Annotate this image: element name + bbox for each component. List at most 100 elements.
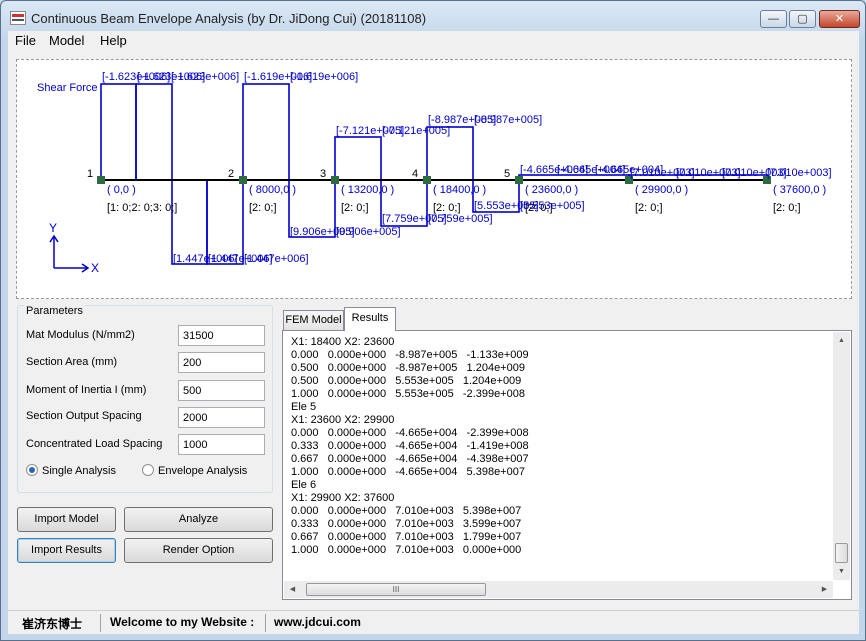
node-coordinate: ( 18400,0 ) — [433, 184, 486, 196]
shear-value-label: [-7.121e+005] — [382, 125, 450, 137]
menu-model[interactable]: Model — [49, 33, 84, 48]
node-number: 5 — [504, 168, 510, 180]
section-area-label: Section Area (mm) — [26, 356, 118, 368]
result-line: 0.500 0.000e+000 5.553e+005 1.204e+009 — [291, 375, 522, 387]
section-area-input[interactable] — [178, 352, 265, 373]
shear-block — [135, 83, 173, 181]
render-option-button[interactable]: Render Option — [124, 538, 273, 563]
shear-value-label: [-1.619e+006] — [290, 71, 358, 83]
node-coordinate: ( 0,0 ) — [107, 184, 136, 196]
shear-value-label: [-8.987e+005] — [474, 114, 542, 126]
scroll-left-icon[interactable]: ◀ — [284, 581, 301, 598]
radio-unselected-icon — [142, 464, 154, 476]
diagram-canvas[interactable]: Shear Force 1 2 3 4 5 (0,0) (8000,0)… — [16, 59, 852, 299]
result-line: 1.000 0.000e+000 -4.665e+004 5.398e+007 — [291, 466, 525, 478]
menu-file[interactable]: File — [15, 33, 36, 48]
mat-modulus-input[interactable] — [178, 325, 265, 346]
shear-value-label: [9.906e+005] — [336, 226, 401, 238]
node-support: [2: 0;] — [341, 202, 369, 214]
maximize-button[interactable]: ▢ — [789, 10, 816, 28]
moment-of-inertia-input[interactable] — [178, 380, 265, 401]
node-number: 2 — [228, 168, 234, 180]
result-line: Ele 5 — [291, 401, 317, 413]
result-line: 0.000 0.000e+000 -4.665e+004 -2.399e+008 — [291, 427, 529, 439]
status-website[interactable]: www.jdcui.com — [274, 615, 361, 629]
shear-value-label: [-1.623e+006] — [171, 71, 239, 83]
app-window: Continuous Beam Envelope Analysis (by Dr… — [0, 0, 866, 641]
node-coordinate: ( 13200,0 ) — [341, 184, 394, 196]
import-results-button[interactable]: Import Results — [17, 538, 116, 563]
node-5[interactable] — [515, 176, 523, 184]
status-separator — [265, 614, 266, 632]
shear-value-label: [1.447e+006] — [244, 253, 309, 265]
tab-results[interactable]: Results — [344, 307, 396, 331]
window-title: Continuous Beam Envelope Analysis (by Dr… — [31, 11, 427, 26]
axis-y-label: Y — [49, 221, 57, 235]
node-2[interactable] — [239, 176, 247, 184]
app-icon — [10, 11, 26, 25]
diagram-label: Shear Force — [37, 82, 98, 94]
shear-value-label: [5.553e+005] — [520, 200, 585, 212]
node-coordinate: ( 23600,0 ) — [525, 184, 578, 196]
envelope-analysis-radio[interactable]: Envelope Analysis — [142, 464, 247, 477]
shear-block — [171, 179, 208, 265]
node-4[interactable] — [423, 176, 431, 184]
shear-block — [334, 136, 382, 181]
shear-block — [100, 83, 137, 181]
results-textbox[interactable]: X1: 18400 X2: 23600 0.000 0.000e+000 -8.9… — [284, 332, 832, 580]
shear-force-diagram: Shear Force 1 2 3 4 5 (0,0) (8000,0)… — [37, 71, 832, 275]
section-output-spacing-input[interactable] — [178, 407, 265, 428]
shear-value-label: [7.010e+003] — [767, 167, 832, 179]
section-output-spacing-label: Section Output Spacing — [26, 410, 142, 422]
result-line: 1.000 0.000e+000 7.010e+003 0.000e+000 — [291, 544, 522, 556]
concentrated-load-spacing-input[interactable] — [178, 434, 265, 455]
analyze-button[interactable]: Analyze — [124, 507, 273, 532]
single-analysis-label: Single Analysis — [42, 465, 116, 477]
horizontal-scrollbar[interactable]: ◀ III ▶ — [284, 581, 833, 598]
import-model-button[interactable]: Import Model — [17, 507, 116, 532]
menu-bar: File Model Help — [8, 31, 859, 51]
result-line: X1: 18400 X2: 23600 — [291, 336, 395, 348]
result-line: 0.667 0.000e+000 7.010e+003 1.799e+007 — [291, 531, 522, 543]
node-number: 3 — [320, 168, 326, 180]
result-line: 0.000 0.000e+000 -8.987e+005 -1.133e+009 — [291, 349, 529, 361]
shear-block — [206, 179, 244, 265]
horizontal-scroll-thumb[interactable]: III — [306, 583, 486, 596]
node-support: [2: 0;] — [635, 202, 663, 214]
axis-x-label: X — [91, 261, 99, 275]
node-support: [2: 0;] — [249, 202, 277, 214]
node-3[interactable] — [331, 176, 339, 184]
node-number: 4 — [412, 168, 418, 180]
status-separator — [100, 614, 101, 632]
close-button[interactable]: ✕ — [819, 10, 860, 28]
node-coordinate: ( 8000,0 ) — [249, 184, 296, 196]
shear-value-label: [7.759e+005] — [428, 213, 493, 225]
node-coordinate: ( 29900,0 ) — [635, 184, 688, 196]
result-line: 0.333 0.000e+000 -4.665e+004 -1.419e+008 — [291, 440, 529, 452]
mat-modulus-label: Mat Modulus (N/mm2) — [26, 329, 135, 341]
node-1[interactable] — [97, 176, 105, 184]
result-line: 0.500 0.000e+000 -8.987e+005 1.204e+009 — [291, 362, 525, 374]
result-line: 1.000 0.000e+000 5.553e+005 -2.399e+008 — [291, 388, 525, 400]
results-tab-page: X1: 18400 X2: 23600 0.000 0.000e+000 -8.9… — [282, 330, 852, 600]
result-line: X1: 23600 X2: 29900 — [291, 414, 395, 426]
node-support: [1: 0;2: 0;3: 0;] — [107, 202, 177, 214]
single-analysis-radio[interactable]: Single Analysis — [26, 464, 116, 477]
axis-icon — [49, 234, 90, 273]
scroll-up-icon[interactable]: ▲ — [833, 332, 850, 349]
menu-help[interactable]: Help — [100, 33, 127, 48]
result-line: 0.000 0.000e+000 7.010e+003 5.398e+007 — [291, 505, 522, 517]
vertical-scroll-thumb[interactable] — [835, 543, 848, 563]
scroll-right-icon[interactable]: ▶ — [816, 581, 833, 598]
shear-block — [242, 83, 290, 181]
node-support: [2: 0;] — [773, 202, 801, 214]
result-line: X1: 29900 X2: 37600 — [291, 492, 395, 504]
vertical-scrollbar[interactable]: ▲ ▼ — [833, 332, 850, 580]
node-coordinate: ( 37600,0 ) — [773, 184, 826, 196]
node-number: 1 — [87, 168, 93, 180]
title-bar[interactable]: Continuous Beam Envelope Analysis (by Dr… — [1, 1, 865, 31]
tab-fem-model[interactable]: FEM Model — [283, 310, 344, 330]
status-welcome: Welcome to my Website : — [110, 615, 255, 629]
minimize-button[interactable]: — — [760, 10, 787, 28]
scroll-down-icon[interactable]: ▼ — [833, 563, 850, 580]
